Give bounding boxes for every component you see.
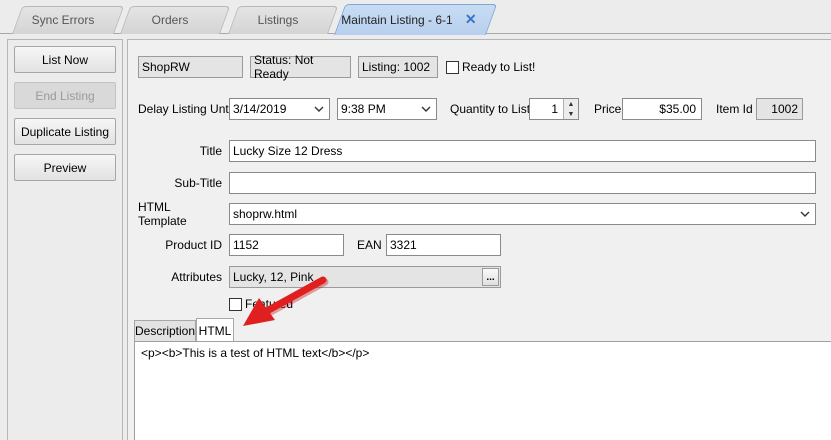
tab-listings[interactable]: Listings [228, 6, 339, 34]
ean-label: EAN [357, 238, 382, 252]
spinner-arrows-icon[interactable]: ▲ ▼ [563, 99, 578, 119]
quantity-stepper[interactable]: 1 ▲ ▼ [529, 98, 579, 120]
chevron-down-icon [314, 106, 324, 112]
tab-orders[interactable]: Orders [120, 6, 231, 34]
annotation-arrow-icon [243, 276, 329, 326]
close-icon[interactable]: ✕ [463, 11, 479, 28]
html-editor[interactable]: <p><b>This is a test of HTML text</b></p… [134, 341, 831, 440]
subtitle-label: Sub-Title [174, 176, 222, 190]
product-id-field[interactable]: 1152 [229, 234, 344, 256]
delay-listing-label: Delay Listing Until [138, 102, 235, 116]
item-id-label: Item Id [716, 102, 753, 116]
title-label: Title [199, 144, 222, 158]
list-now-button[interactable]: List Now [14, 46, 116, 73]
ready-to-list-label: Ready to List! [462, 60, 536, 74]
listing-number-field: Listing: 1002 [358, 56, 438, 78]
quantity-label: Quantity to List [450, 102, 531, 116]
tab-orders-label: Orders [151, 13, 189, 27]
html-template-label: HTML Template [138, 200, 187, 228]
delay-time-select[interactable]: 9:38 PM [337, 98, 437, 120]
tab-strip: Sync Errors Orders Listings Maintain Lis… [0, 0, 831, 35]
preview-button[interactable]: Preview [14, 154, 116, 181]
ready-to-list-checkbox[interactable] [446, 61, 459, 74]
price-label: Price [594, 102, 622, 116]
tab-maintain-listing-label: Maintain Listing - 6-1 [341, 12, 453, 27]
attributes-browse-button[interactable]: ... [482, 268, 499, 286]
quantity-value: 1 [551, 102, 558, 116]
tab-maintain-listing[interactable]: Maintain Listing - 6-1 ✕ [334, 4, 498, 35]
shop-name-field: ShopRW [138, 56, 243, 78]
product-id-label: Product ID [165, 238, 222, 252]
duplicate-listing-button[interactable]: Duplicate Listing [14, 118, 116, 145]
delay-date-value: 3/14/2019 [233, 102, 287, 116]
tab-sync-errors-label: Sync Errors [31, 13, 95, 27]
attributes-label: Attributes [171, 270, 222, 284]
action-pane: List Now End Listing Duplicate Listing P… [7, 39, 123, 440]
chevron-down-icon [421, 106, 431, 112]
status-field: Status: Not Ready [250, 53, 351, 81]
price-field[interactable]: $35.00 [622, 98, 702, 120]
subtitle-field[interactable] [229, 172, 816, 194]
tab-listings-label: Listings [257, 13, 299, 27]
tab-sync-errors[interactable]: Sync Errors [12, 6, 125, 34]
item-id-field: 1002 [756, 98, 803, 120]
html-template-select[interactable]: shoprw.html [229, 203, 816, 225]
title-field[interactable]: Lucky Size 12 Dress [229, 140, 816, 162]
delay-date-select[interactable]: 3/14/2019 [229, 98, 330, 120]
chevron-down-icon [800, 211, 810, 217]
html-template-value: shoprw.html [233, 207, 298, 221]
delay-time-value: 9:38 PM [341, 102, 386, 116]
tab-description[interactable]: Description [134, 320, 196, 341]
end-listing-button[interactable]: End Listing [14, 82, 116, 109]
ean-field[interactable]: 3321 [386, 234, 501, 256]
